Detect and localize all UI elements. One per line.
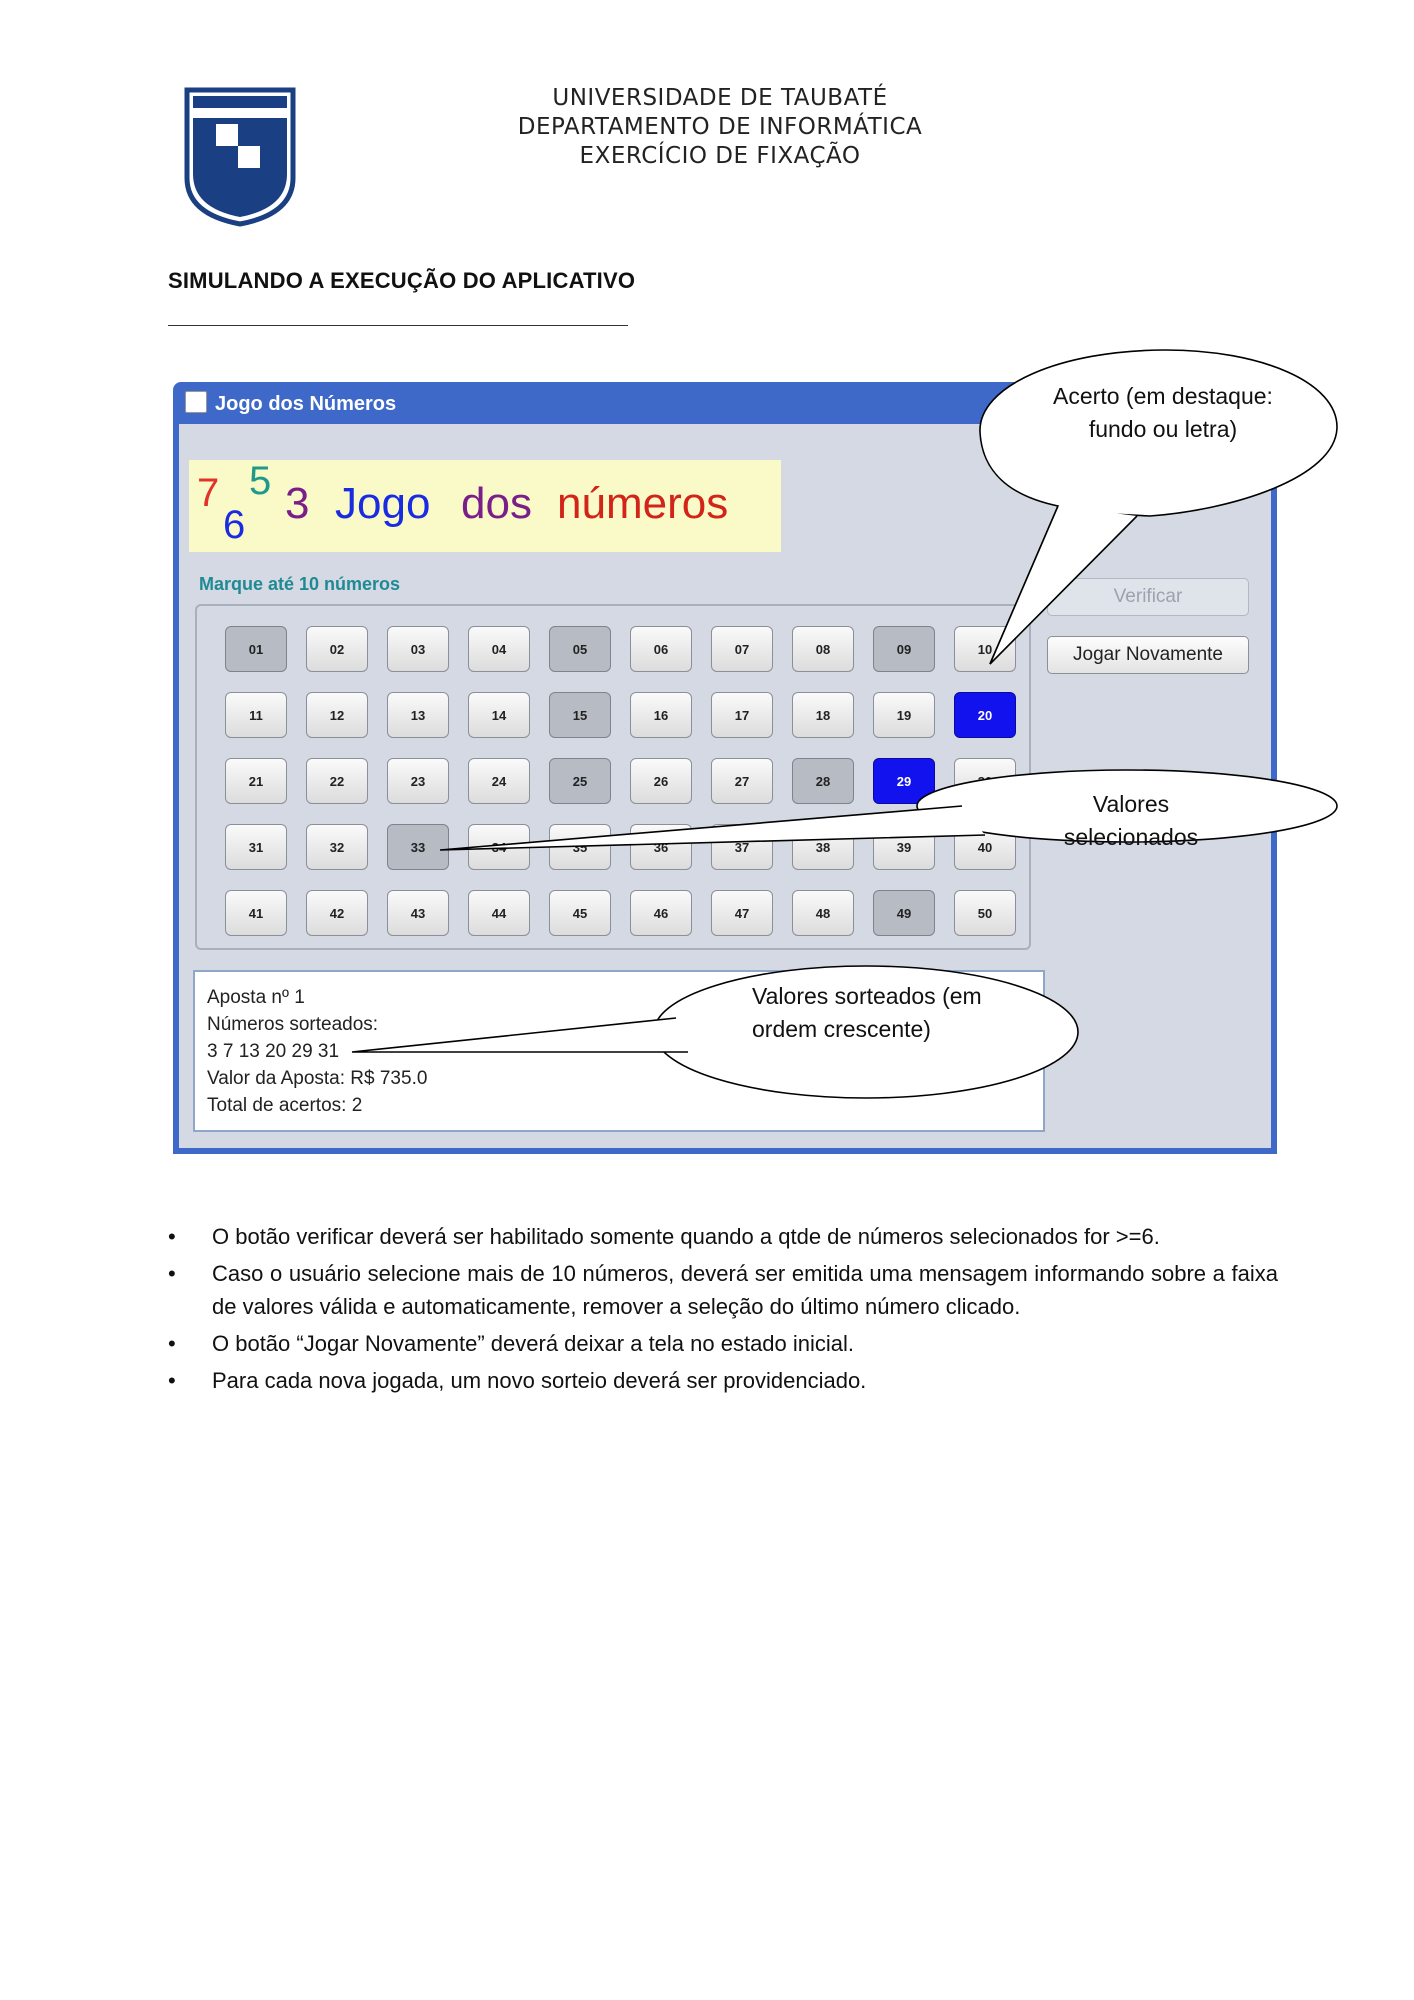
number-button-40[interactable]: 40: [954, 824, 1016, 870]
number-button-32[interactable]: 32: [306, 824, 368, 870]
drawn-callout-line-1: Valores sorteados (em: [752, 983, 982, 1009]
game-banner: 7 6 5 3 Jogo dos números: [189, 460, 781, 552]
number-button-02[interactable]: 02: [306, 626, 368, 672]
number-button-41[interactable]: 41: [225, 890, 287, 936]
requirements-list: O botão verificar deverá ser habilitado …: [168, 1220, 1278, 1401]
banner-digit-4: 3: [285, 479, 309, 528]
requirement-item: Para cada nova jogada, um novo sorteio d…: [168, 1364, 1278, 1397]
banner-digit-1: 7: [197, 471, 219, 515]
banner-digit-2: 6: [223, 503, 245, 547]
number-button-34[interactable]: 34: [468, 824, 530, 870]
number-button-45[interactable]: 45: [549, 890, 611, 936]
number-button-01[interactable]: 01: [225, 626, 287, 672]
number-button-14[interactable]: 14: [468, 692, 530, 738]
number-button-16[interactable]: 16: [630, 692, 692, 738]
drawn-callout-text: Valores sorteados (em ordem crescente): [752, 980, 1012, 1046]
banner-word-numeros: números: [557, 479, 728, 528]
requirement-item: O botão “Jogar Novamente” deverá deixar …: [168, 1327, 1278, 1360]
number-button-47[interactable]: 47: [711, 890, 773, 936]
number-button-09[interactable]: 09: [873, 626, 935, 672]
exercise-label: EXERCÍCIO DE FIXAÇÃO: [579, 143, 861, 169]
hit-callout-line-1: Acerto (em destaque:: [1053, 383, 1273, 409]
number-button-25[interactable]: 25: [549, 758, 611, 804]
section-title: SIMULANDO A EXECUÇÃO DO APLICATIVO: [168, 268, 636, 293]
app-window: Jogo dos Números 7 6 5 3 Jogo dos número…: [173, 382, 1277, 1154]
window-content: 7 6 5 3 Jogo dos números Marque até 10 n…: [179, 424, 1271, 1148]
number-button-37[interactable]: 37: [711, 824, 773, 870]
hit-callout-text: Acerto (em destaque: fundo ou letra): [1036, 380, 1290, 446]
number-button-50[interactable]: 50: [954, 890, 1016, 936]
banner-word-jogo: Jogo: [335, 479, 430, 528]
number-button-44[interactable]: 44: [468, 890, 530, 936]
number-button-46[interactable]: 46: [630, 890, 692, 936]
number-button-17[interactable]: 17: [711, 692, 773, 738]
number-button-49[interactable]: 49: [873, 890, 935, 936]
selected-callout-text: Valores selecionados: [1063, 791, 1199, 850]
number-button-13[interactable]: 13: [387, 692, 449, 738]
number-button-07[interactable]: 07: [711, 626, 773, 672]
number-button-28[interactable]: 28: [792, 758, 854, 804]
banner-digit-3: 5: [249, 460, 271, 503]
number-button-21[interactable]: 21: [225, 758, 287, 804]
number-button-43[interactable]: 43: [387, 890, 449, 936]
number-button-29[interactable]: 29: [873, 758, 935, 804]
number-button-38[interactable]: 38: [792, 824, 854, 870]
number-button-30[interactable]: 30: [954, 758, 1016, 804]
number-button-08[interactable]: 08: [792, 626, 854, 672]
requirement-item: Caso o usuário selecione mais de 10 núme…: [168, 1257, 1278, 1323]
window-title: Jogo dos Números: [215, 393, 397, 415]
verify-button[interactable]: Verificar: [1047, 578, 1249, 616]
number-button-35[interactable]: 35: [549, 824, 611, 870]
number-button-27[interactable]: 27: [711, 758, 773, 804]
number-button-12[interactable]: 12: [306, 692, 368, 738]
number-button-22[interactable]: 22: [306, 758, 368, 804]
section-divider: [168, 325, 628, 326]
number-button-05[interactable]: 05: [549, 626, 611, 672]
drawn-callout-line-2: ordem crescente): [752, 1016, 931, 1042]
number-button-36[interactable]: 36: [630, 824, 692, 870]
number-button-24[interactable]: 24: [468, 758, 530, 804]
number-button-03[interactable]: 03: [387, 626, 449, 672]
requirement-item: O botão verificar deverá ser habilitado …: [168, 1220, 1278, 1253]
hit-callout-line-2: fundo ou letra): [1088, 416, 1238, 442]
document-header: UNIVERSIDADE DE TAUBATÉ DEPARTAMENTO DE …: [420, 84, 1020, 171]
number-button-04[interactable]: 04: [468, 626, 530, 672]
total-hits: Total de acertos: 2: [207, 1095, 363, 1116]
banner-word-dos: dos: [461, 479, 532, 528]
number-button-39[interactable]: 39: [873, 824, 935, 870]
number-button-31[interactable]: 31: [225, 824, 287, 870]
number-button-18[interactable]: 18: [792, 692, 854, 738]
department-name: DEPARTAMENTO DE INFORMÁTICA: [517, 114, 923, 140]
play-again-button[interactable]: Jogar Novamente: [1047, 636, 1249, 674]
java-icon: [185, 391, 207, 413]
university-name: UNIVERSIDADE DE TAUBATÉ: [552, 85, 888, 111]
bet-value: Valor da Aposta: R$ 735.0: [207, 1068, 428, 1089]
number-button-33[interactable]: 33: [387, 824, 449, 870]
number-button-19[interactable]: 19: [873, 692, 935, 738]
number-button-26[interactable]: 26: [630, 758, 692, 804]
number-button-06[interactable]: 06: [630, 626, 692, 672]
mark-instruction: Marque até 10 números: [199, 574, 401, 594]
number-button-11[interactable]: 11: [225, 692, 287, 738]
number-grid-panel: 01 02 03 04 05 06 07 08 09 10 11 12 13 14 15 16 17 18 19 20…: [195, 604, 1031, 950]
number-button-48[interactable]: 48: [792, 890, 854, 936]
number-button-15[interactable]: 15: [549, 692, 611, 738]
number-button-42[interactable]: 42: [306, 890, 368, 936]
number-button-20[interactable]: 20: [954, 692, 1016, 738]
number-button-10[interactable]: 10: [954, 626, 1016, 672]
number-button-23[interactable]: 23: [387, 758, 449, 804]
university-logo: [183, 86, 297, 228]
